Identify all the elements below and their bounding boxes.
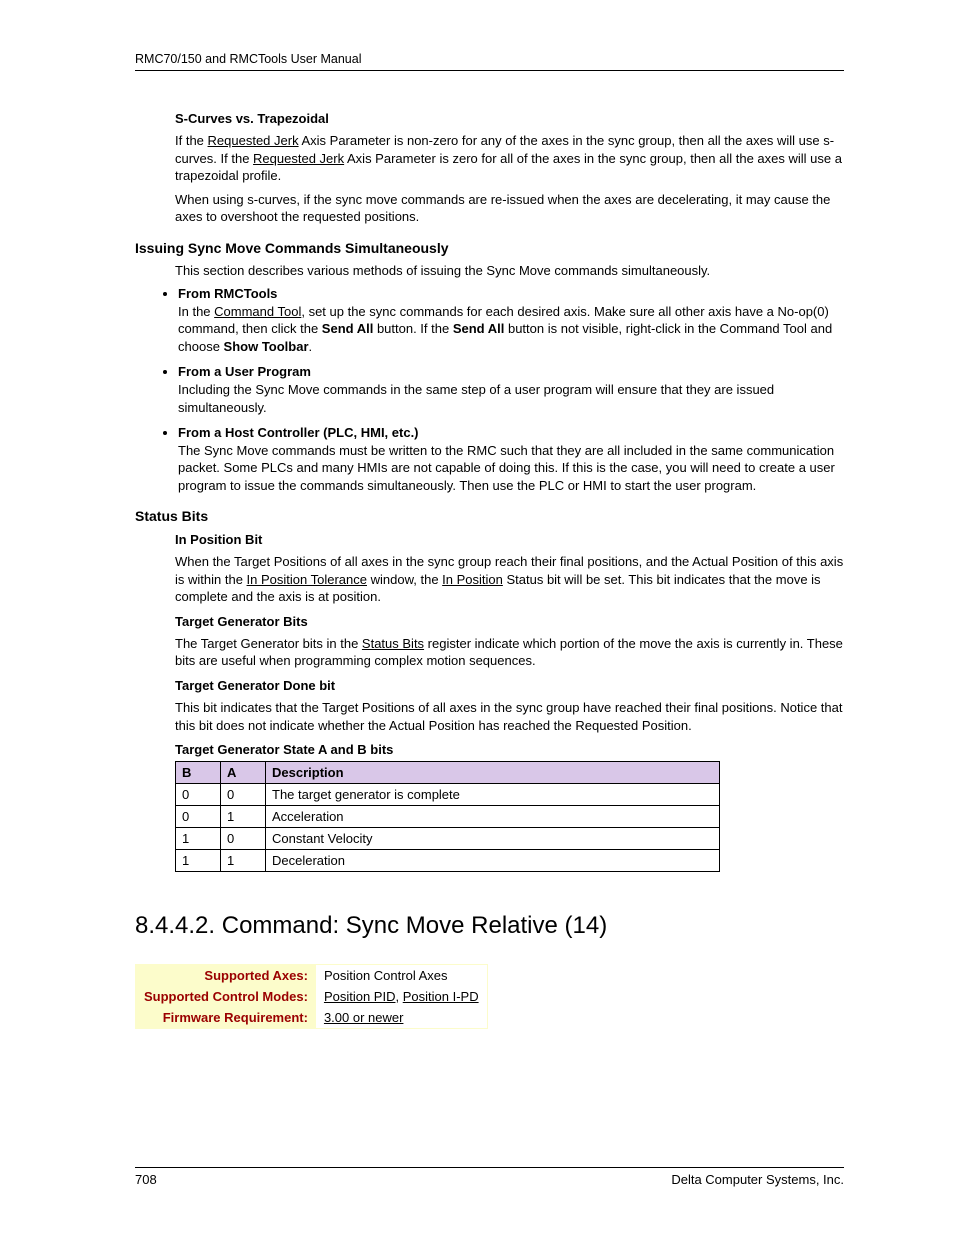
- status-state-section: Target Generator State A and B bits: [175, 742, 844, 757]
- tgb-heading: Target Generator Bits: [175, 614, 844, 629]
- th-a: A: [221, 762, 266, 784]
- th-b: B: [176, 762, 221, 784]
- done-text: This bit indicates that the Target Posit…: [175, 699, 844, 734]
- table-row: 1 1 Deceleration: [176, 850, 720, 872]
- info-value: Position Control Axes: [316, 965, 487, 987]
- inpos-heading: In Position Bit: [175, 532, 844, 547]
- info-label: Supported Axes:: [136, 965, 316, 987]
- page-number: 708: [135, 1172, 157, 1187]
- info-label: Supported Control Modes:: [136, 986, 316, 1007]
- issuing-item-title: From a Host Controller (PLC, HMI, etc.): [178, 425, 419, 440]
- issuing-item-host-controller: From a Host Controller (PLC, HMI, etc.) …: [178, 424, 844, 494]
- issuing-item-rmctools: From RMCTools In the Command Tool, set u…: [178, 285, 844, 355]
- footer: 708 Delta Computer Systems, Inc.: [135, 1161, 844, 1188]
- scurves-p2: When using s-curves, if the sync move co…: [175, 191, 844, 226]
- status-heading: Status Bits: [135, 508, 844, 524]
- requested-jerk-link-2[interactable]: Requested Jerk: [253, 151, 344, 166]
- info-label: Firmware Requirement:: [136, 1007, 316, 1029]
- scurves-heading: S-Curves vs. Trapezoidal: [175, 111, 844, 126]
- requested-jerk-link[interactable]: Requested Jerk: [208, 133, 299, 148]
- issuing-item-user-program: From a User Program Including the Sync M…: [178, 363, 844, 416]
- done-heading: Target Generator Done bit: [175, 678, 844, 693]
- issuing-item-title: From a User Program: [178, 364, 311, 379]
- command-info-box: Supported Axes: Position Control Axes Su…: [135, 964, 488, 1029]
- status-bits-link[interactable]: Status Bits: [362, 636, 424, 651]
- th-desc: Description: [266, 762, 720, 784]
- table-row: 0 1 Acceleration: [176, 806, 720, 828]
- table-header-row: B A Description: [176, 762, 720, 784]
- scurves-p1: If the Requested Jerk Axis Parameter is …: [175, 132, 844, 185]
- issuing-item-title: From RMCTools: [178, 286, 277, 301]
- info-row-axes: Supported Axes: Position Control Axes: [136, 965, 488, 987]
- info-row-modes: Supported Control Modes: Position PID, P…: [136, 986, 488, 1007]
- page: RMC70/150 and RMCTools User Manual S-Cur…: [0, 0, 954, 1235]
- company-name: Delta Computer Systems, Inc.: [671, 1172, 844, 1187]
- status-tgb-section: Target Generator Bits The Target Generat…: [175, 614, 844, 670]
- issuing-intro: This section describes various methods o…: [175, 262, 844, 280]
- issuing-list: From RMCTools In the Command Tool, set u…: [160, 285, 844, 494]
- info-row-firmware: Firmware Requirement: 3.00 or newer: [136, 1007, 488, 1029]
- inpos-tolerance-link[interactable]: In Position Tolerance: [247, 572, 367, 587]
- footer-rule: [135, 1167, 844, 1168]
- state-heading: Target Generator State A and B bits: [175, 742, 844, 757]
- table-row: 1 0 Constant Velocity: [176, 828, 720, 850]
- table-row: 0 0 The target generator is complete: [176, 784, 720, 806]
- status-done-section: Target Generator Done bit This bit indic…: [175, 678, 844, 734]
- scurves-section: S-Curves vs. Trapezoidal If the Requeste…: [175, 111, 844, 226]
- state-table: B A Description 0 0 The target generator…: [175, 761, 720, 872]
- info-value: 3.00 or newer: [316, 1007, 487, 1029]
- tgb-text: The Target Generator bits in the Status …: [175, 635, 844, 670]
- command-heading: 8.4.4.2. Command: Sync Move Relative (14…: [135, 912, 844, 940]
- header-rule: [135, 70, 844, 71]
- issuing-heading: Issuing Sync Move Commands Simultaneousl…: [135, 240, 844, 256]
- info-value: Position PID, Position I-PD: [316, 986, 487, 1007]
- inpos-link[interactable]: In Position: [442, 572, 503, 587]
- position-ipd-link[interactable]: Position I-PD: [403, 989, 479, 1004]
- command-tool-link[interactable]: Command Tool: [214, 304, 301, 319]
- position-pid-link[interactable]: Position PID: [324, 989, 396, 1004]
- header-title: RMC70/150 and RMCTools User Manual: [135, 52, 844, 66]
- status-inpos-section: In Position Bit When the Target Position…: [175, 532, 844, 606]
- inpos-text: When the Target Positions of all axes in…: [175, 553, 844, 606]
- firmware-link[interactable]: 3.00 or newer: [324, 1010, 404, 1025]
